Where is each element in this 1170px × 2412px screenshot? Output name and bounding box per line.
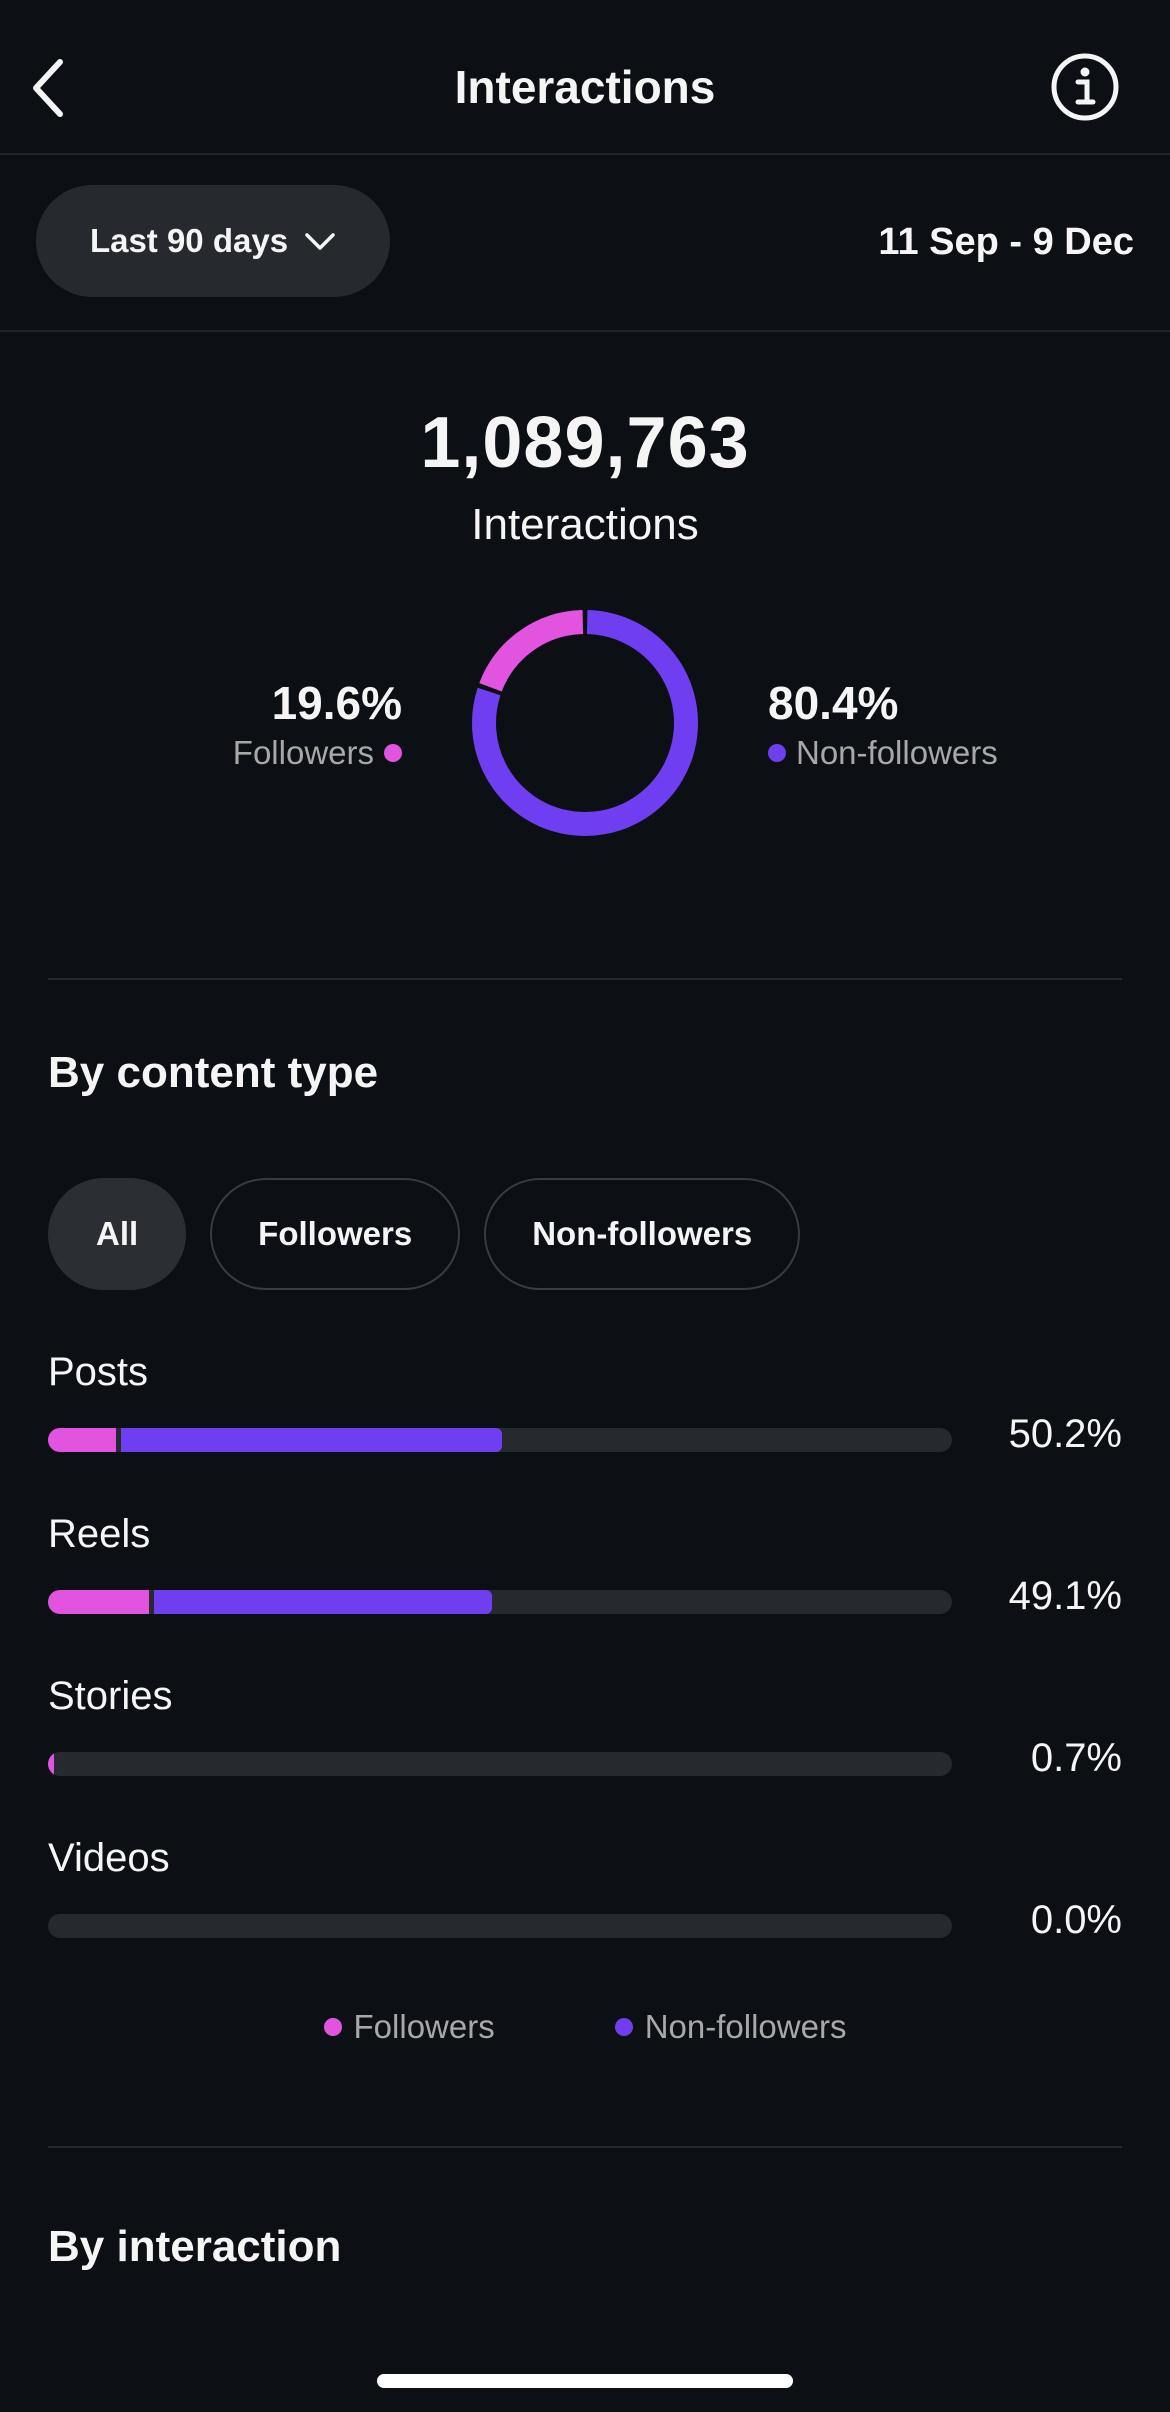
home-indicator[interactable]	[377, 2374, 793, 2388]
followers-percentage: 19.6%	[271, 677, 402, 729]
bar-track	[48, 1752, 952, 1776]
date-range-text: 11 Sep - 9 Dec	[878, 221, 1134, 263]
legend-item-followers: Followers	[323, 2008, 495, 2046]
tab-nonfollowers[interactable]: Non-followers	[484, 1178, 801, 1290]
legend-label: Non-followers	[644, 2008, 847, 2045]
content-row-videos: Videos 0.0%	[48, 1836, 1122, 1956]
row-percentage: 0.0%	[1030, 1898, 1122, 1942]
row-label: Videos	[48, 1836, 170, 1880]
tab-all[interactable]: All	[48, 1178, 187, 1290]
bar-followers-posts	[48, 1428, 116, 1452]
filter-bar: Last 90 days 11 Sep - 9 Dec	[0, 155, 1170, 332]
bar-followers-stories	[48, 1752, 55, 1776]
legend-item-nonfollowers: Non-followers	[614, 2008, 847, 2046]
content-row-reels: Reels 49.1%	[48, 1512, 1122, 1632]
nonfollowers-dot-icon	[768, 744, 786, 762]
section-divider	[48, 2146, 1122, 2148]
audience-tabs: All Followers Non-followers	[48, 1178, 801, 1290]
followers-dot-icon	[384, 744, 402, 762]
nonfollowers-dot-icon	[614, 2018, 633, 2036]
nonfollowers-stat-label: Non-followers	[796, 734, 998, 771]
total-interactions-label: Interactions	[471, 500, 699, 549]
page-title: Interactions	[454, 61, 716, 113]
info-button[interactable]	[1050, 52, 1120, 122]
row-label: Stories	[48, 1674, 173, 1718]
section-divider	[48, 978, 1122, 980]
date-range-dropdown[interactable]: Last 90 days	[36, 185, 390, 297]
content-row-stories: Stories 0.7%	[48, 1674, 1122, 1794]
nonfollowers-percentage: 80.4%	[768, 677, 899, 729]
row-percentage: 49.1%	[1008, 1574, 1122, 1618]
donut-slice-followers	[479, 610, 584, 692]
row-label: Reels	[48, 1512, 151, 1556]
followers-stat: 19.6% Followers	[233, 676, 402, 772]
date-range-label: Last 90 days	[89, 222, 289, 259]
row-percentage: 50.2%	[1008, 1412, 1122, 1456]
bar-followers-reels	[48, 1590, 150, 1614]
bar-track	[48, 1914, 952, 1938]
total-interactions: 1,089,763	[420, 403, 750, 483]
bar-nonfollowers-posts	[120, 1428, 502, 1452]
row-percentage: 0.7%	[1030, 1736, 1122, 1780]
nonfollowers-stat: 80.4% Non-followers	[768, 676, 998, 772]
row-label: Posts	[48, 1350, 149, 1394]
legend-label: Followers	[353, 2008, 495, 2045]
interaction-title: By interaction	[48, 2222, 342, 2271]
top-bar: Interactions	[0, 0, 1170, 155]
tab-followers[interactable]: Followers	[210, 1178, 461, 1290]
content-row-posts: Posts 50.2%	[48, 1350, 1122, 1470]
info-icon	[1050, 53, 1120, 126]
chart-legend: Followers Non-followers	[0, 2008, 1170, 2046]
followers-donut-chart	[472, 610, 698, 836]
followers-stat-label: Followers	[232, 734, 374, 771]
bar-track	[48, 1428, 952, 1452]
followers-dot-icon	[323, 2018, 342, 2036]
bar-nonfollowers-reels	[154, 1590, 492, 1614]
bar-track	[48, 1590, 952, 1614]
chevron-down-icon	[304, 222, 336, 260]
content-type-title: By content type	[48, 1048, 379, 1097]
